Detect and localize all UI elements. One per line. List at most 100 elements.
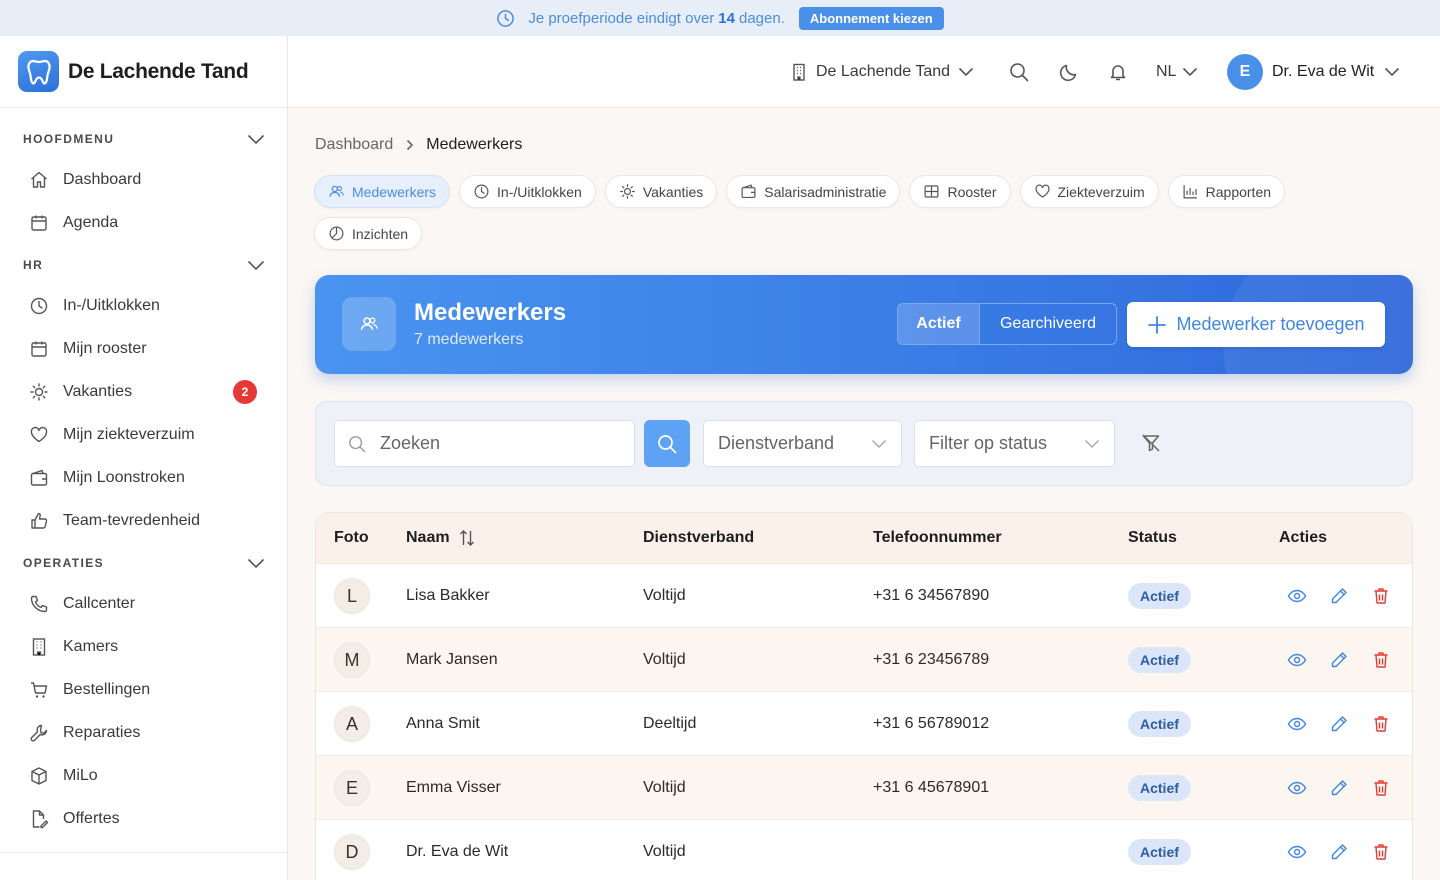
phone-number: +31 6 34567890 xyxy=(873,587,990,604)
tab-rapporten[interactable]: Rapporten xyxy=(1167,175,1286,208)
language-switcher[interactable]: NL xyxy=(1156,36,1198,108)
sidebar-item-team-tevredenheid[interactable]: Team-tevredenheid xyxy=(0,499,287,542)
add-employee-button[interactable]: Medewerker toevoegen xyxy=(1127,302,1385,347)
tab-medewerkers[interactable]: Medewerkers xyxy=(314,175,451,208)
employee-name: Anna Smit xyxy=(406,715,480,732)
table-row[interactable]: D Dr. Eva de Wit Voltijd Actief xyxy=(316,819,1412,880)
chevron-down-icon xyxy=(247,260,265,271)
status-badge: Actief xyxy=(1128,711,1191,737)
table-row[interactable]: L Lisa Bakker Voltijd +31 6 34567890 Actief xyxy=(316,563,1412,627)
trial-text-before: Je proefperiode eindigt over xyxy=(528,9,715,27)
toggle-archived[interactable]: Gearchiveerd xyxy=(979,304,1116,344)
sidebar-item-mijn-rooster[interactable]: Mijn rooster xyxy=(0,327,287,370)
tab-salarisadministratie[interactable]: Salarisadministratie xyxy=(726,175,901,208)
nav-section-hr[interactable]: HR xyxy=(0,254,287,276)
edit-icon[interactable] xyxy=(1329,778,1349,798)
nav-section-operaties[interactable]: OPERATIES xyxy=(0,552,287,574)
user-menu[interactable]: E Dr. Eva de Wit xyxy=(1227,36,1400,108)
status-toggle: Actief Gearchiveerd xyxy=(897,303,1117,345)
trash-icon[interactable] xyxy=(1371,586,1391,606)
sidebar-item-mijn-ziekteverzuim[interactable]: Mijn ziekteverzuim xyxy=(0,413,287,456)
org-switcher[interactable]: De Lachende Tand xyxy=(791,36,974,108)
sidebar-item-label: Mijn ziekteverzuim xyxy=(63,425,195,443)
table-row[interactable]: M Mark Jansen Voltijd +31 6 23456789 Actief xyxy=(316,627,1412,691)
table-row[interactable]: A Anna Smit Deeltijd +31 6 56789012 Actief xyxy=(316,691,1412,755)
eye-icon[interactable] xyxy=(1287,650,1307,670)
eye-icon[interactable] xyxy=(1287,714,1307,734)
sidebar-item-milo[interactable]: MiLo xyxy=(0,754,287,797)
eye-icon[interactable] xyxy=(1287,842,1307,862)
table-row[interactable]: E Emma Visser Voltijd +31 6 45678901 Actief xyxy=(316,755,1412,819)
avatar: A xyxy=(334,706,370,742)
phone-number: +31 6 23456789 xyxy=(873,651,990,668)
clear-filter-icon[interactable] xyxy=(1141,433,1161,453)
search-button[interactable] xyxy=(644,420,690,467)
moon-icon[interactable] xyxy=(1059,36,1079,108)
tab-rooster[interactable]: Rooster xyxy=(909,175,1011,208)
add-employee-label: Medewerker toevoegen xyxy=(1176,314,1365,334)
eye-icon[interactable] xyxy=(1287,778,1307,798)
clock-icon xyxy=(496,9,515,28)
trash-icon[interactable] xyxy=(1371,842,1391,862)
tab-ziekteverzuim[interactable]: Ziekteverzuim xyxy=(1019,175,1159,208)
tab-inzichten[interactable]: Inzichten xyxy=(314,217,423,250)
edit-icon[interactable] xyxy=(1329,586,1349,606)
employees-table: Foto Naam Dienstverband Telefoonnummer S… xyxy=(315,512,1413,880)
sidebar-item-kamers[interactable]: Kamers xyxy=(0,625,287,668)
avatar: L xyxy=(334,578,370,614)
tab-in-uitklokken[interactable]: In-/Uitklokken xyxy=(459,175,596,208)
filter-bar: Zoeken Dienstverband Filter op status xyxy=(315,401,1413,486)
nav-section-hoofdmenu[interactable]: HOOFDMENU xyxy=(0,128,287,150)
trash-icon[interactable] xyxy=(1371,778,1391,798)
brand[interactable]: De Lachende Tand xyxy=(0,36,287,108)
sidebar-item-dashboard[interactable]: Dashboard xyxy=(0,158,287,201)
edit-icon[interactable] xyxy=(1329,842,1349,862)
home-icon xyxy=(28,169,50,191)
calendar-icon xyxy=(28,212,50,234)
employment-select[interactable]: Dienstverband xyxy=(703,420,902,467)
sidebar-item-agenda[interactable]: Agenda xyxy=(0,201,287,244)
eye-icon[interactable] xyxy=(1287,586,1307,606)
sidebar-item-mijn-loonstroken[interactable]: Mijn Loonstroken xyxy=(0,456,287,499)
main-content: Dashboard Medewerkers Medewerkers In-/Uit… xyxy=(288,108,1440,880)
search-icon[interactable] xyxy=(1009,36,1029,108)
avatar: M xyxy=(334,642,370,678)
sidebar-item-vakanties[interactable]: Vakanties 2 xyxy=(0,370,287,413)
sidebar-item-offertes[interactable]: Offertes xyxy=(0,797,287,840)
header-name[interactable]: Naam xyxy=(406,529,475,547)
heart-icon xyxy=(28,424,50,446)
cart-icon xyxy=(28,679,50,701)
tab-label: Rapporten xyxy=(1205,183,1272,200)
breadcrumb-dashboard[interactable]: Dashboard xyxy=(315,136,393,154)
trash-icon[interactable] xyxy=(1371,650,1391,670)
choose-subscription-button[interactable]: Abonnement kiezen xyxy=(798,6,944,30)
employment-type: Deeltijd xyxy=(643,715,697,732)
status-badge: Actief xyxy=(1128,775,1191,801)
sidebar-item-reparaties[interactable]: Reparaties xyxy=(0,711,287,754)
edit-icon[interactable] xyxy=(1329,714,1349,734)
bar-chart-icon xyxy=(1182,183,1199,200)
notification-badge: 2 xyxy=(233,380,257,404)
sidebar-item-label: Team-tevredenheid xyxy=(63,511,200,529)
users-icon xyxy=(328,183,345,200)
sidebar-item-callcenter[interactable]: Callcenter xyxy=(0,582,287,625)
toggle-active[interactable]: Actief xyxy=(898,304,979,344)
header-actions: Acties xyxy=(1279,529,1328,546)
sun-icon xyxy=(619,183,636,200)
employment-type: Voltijd xyxy=(643,587,686,604)
bell-icon[interactable] xyxy=(1108,36,1128,108)
calendar-icon xyxy=(28,338,50,360)
status-placeholder: Filter op status xyxy=(929,433,1048,453)
sidebar-footer xyxy=(0,852,287,880)
breadcrumb-current: Medewerkers xyxy=(426,136,523,153)
search-input[interactable]: Zoeken xyxy=(334,420,635,467)
edit-icon[interactable] xyxy=(1329,650,1349,670)
topbar: De Lachende Tand NL E Dr. Eva de Wit xyxy=(288,36,1440,108)
employment-type: Voltijd xyxy=(643,651,686,668)
sidebar-item-bestellingen[interactable]: Bestellingen xyxy=(0,668,287,711)
trash-icon[interactable] xyxy=(1371,714,1391,734)
status-select[interactable]: Filter op status xyxy=(914,420,1115,467)
sidebar-item-in-uitklokken[interactable]: In-/Uitklokken xyxy=(0,284,287,327)
table-body: L Lisa Bakker Voltijd +31 6 34567890 Actief M… xyxy=(316,563,1412,880)
tab-vakanties[interactable]: Vakanties xyxy=(604,175,718,208)
